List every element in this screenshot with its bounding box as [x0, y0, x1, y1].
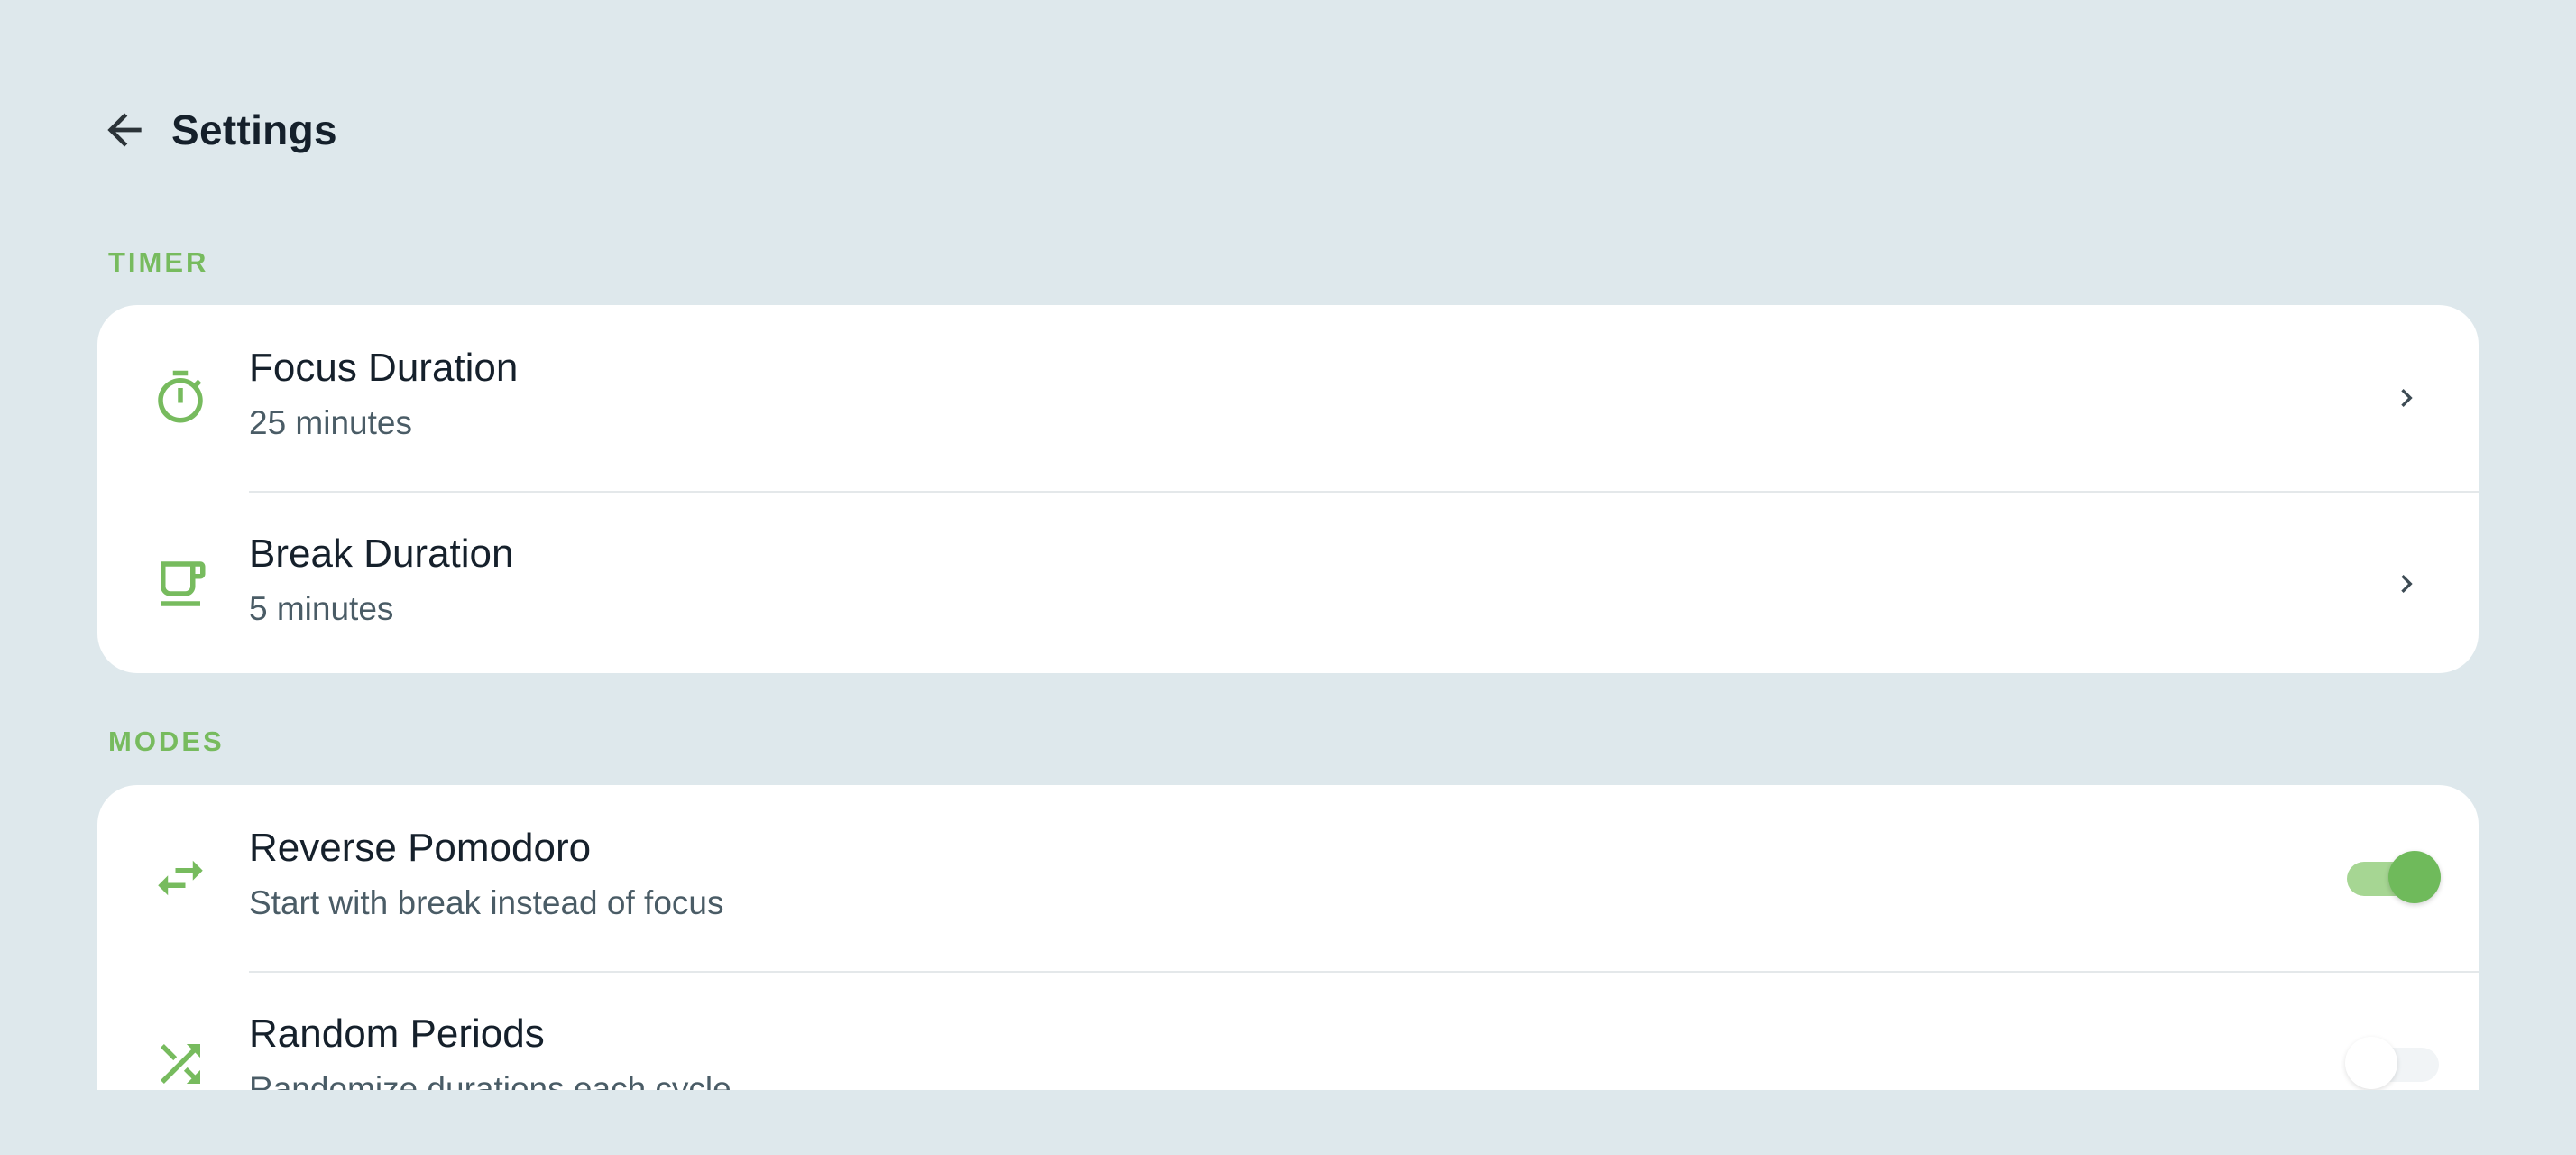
setting-value: 25 minutes [249, 404, 412, 441]
section-header-modes: MODES [108, 725, 225, 757]
setting-row-break-duration[interactable]: Break Duration 5 minutes [97, 491, 2479, 673]
reverse-pomodoro-toggle[interactable] [2334, 851, 2452, 905]
toggle-thumb [2345, 1037, 2397, 1089]
swap-arrows-icon [137, 835, 224, 921]
setting-description: Randomize durations each cycle [249, 1070, 731, 1090]
setting-title: Reverse Pomodoro [249, 826, 592, 870]
page-title: Settings [171, 106, 337, 153]
random-periods-toggle[interactable] [2334, 1037, 2452, 1090]
setting-title: Focus Duration [249, 346, 519, 390]
setting-row-focus-duration[interactable]: Focus Duration 25 minutes [97, 305, 2479, 491]
setting-title: Random Periods [249, 1012, 545, 1056]
setting-value: 5 minutes [249, 590, 394, 627]
setting-description: Start with break instead of focus [249, 884, 724, 921]
coffee-cup-icon [137, 541, 224, 627]
shuffle-icon [137, 1021, 224, 1090]
setting-row-reverse-pomodoro[interactable]: Reverse Pomodoro Start with break instea… [97, 785, 2479, 971]
setting-title: Break Duration [249, 531, 514, 576]
app-bar: Settings [97, 96, 337, 164]
modes-card: Reverse Pomodoro Start with break instea… [97, 785, 2479, 1090]
chevron-right-icon [2401, 575, 2413, 593]
timer-card: Focus Duration 25 minutes Break Duration… [97, 305, 2479, 673]
timer-icon [137, 355, 224, 441]
chevron-right-icon [2401, 389, 2413, 407]
setting-row-random-periods[interactable]: Random Periods Randomize durations each … [97, 971, 2479, 1090]
toggle-thumb [2388, 851, 2441, 903]
back-button[interactable] [97, 103, 152, 157]
arrow-back-icon [107, 113, 142, 147]
section-header-timer: TIMER [108, 246, 209, 278]
